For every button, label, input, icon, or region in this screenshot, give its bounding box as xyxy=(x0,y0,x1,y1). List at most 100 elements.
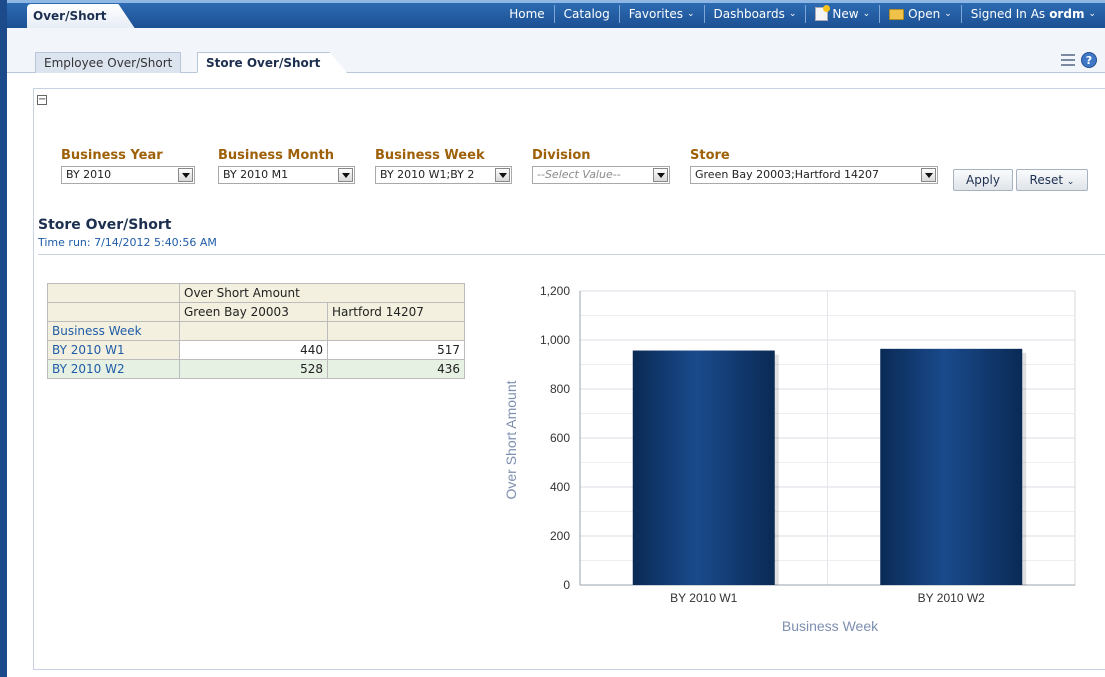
divider xyxy=(38,254,1105,255)
dropdown-arrow-icon[interactable] xyxy=(178,168,193,182)
bar[interactable] xyxy=(880,348,1023,585)
y-tick-label: 600 xyxy=(550,431,570,445)
table-corner-cell xyxy=(47,283,180,303)
collapse-icon[interactable]: − xyxy=(37,95,47,105)
prompt-label: Division xyxy=(532,148,591,163)
select-value: BY 2010 xyxy=(66,168,112,181)
table-header-row: Over Short Amount xyxy=(47,283,465,303)
x-tick-label: BY 2010 W1 xyxy=(670,591,737,605)
y-tick-label: 1,200 xyxy=(540,284,570,298)
dropdown-arrow-icon[interactable] xyxy=(495,168,510,182)
y-tick-label: 200 xyxy=(550,529,570,543)
global-nav: Home Catalog Favorites ⌄ Dashboards ⌄ New ⌄… xyxy=(500,4,1105,24)
empty-header-cell xyxy=(327,321,465,341)
chevron-down-icon: ⌄ xyxy=(788,9,797,19)
nav-home-label: Home xyxy=(509,7,545,21)
table-cell: 528 xyxy=(179,359,328,379)
chevron-down-icon: ⌄ xyxy=(862,9,871,19)
prompt-label: Business Year xyxy=(61,148,163,163)
table-cell: 436 xyxy=(327,359,465,379)
tab-store-over-short[interactable]: Store Over/Short xyxy=(197,52,348,73)
prompt-business-week: Business Week BY 2010 W1;BY 2 xyxy=(375,148,512,184)
y-tick-label: 800 xyxy=(550,382,570,396)
page-options: ? xyxy=(1061,52,1097,68)
nav-dashboards-label: Dashboards xyxy=(713,7,785,21)
apply-button[interactable]: Apply xyxy=(953,169,1013,191)
page-tab-bar: Employee Over/Short Store Over/Short ? xyxy=(7,28,1105,73)
x-axis-ticks: BY 2010 W1 BY 2010 W2 xyxy=(670,591,985,605)
chevron-down-icon: ⌄ xyxy=(1088,9,1096,19)
prompt-business-year: Business Year BY 2010 xyxy=(61,148,195,184)
column-header: Green Bay 20003 xyxy=(179,302,328,322)
header-accent-line xyxy=(7,0,1105,3)
nav-signed-in[interactable]: Signed In As ordm ⌄ xyxy=(960,5,1105,23)
page-options-icon[interactable] xyxy=(1061,54,1075,66)
y-axis-title: Over Short Amount xyxy=(503,380,519,499)
nav-new[interactable]: New ⌄ xyxy=(805,5,879,23)
table-row: BY 2010 W1 440 517 xyxy=(47,340,465,360)
nav-catalog[interactable]: Catalog xyxy=(553,5,619,23)
folder-icon xyxy=(889,8,905,20)
reset-button[interactable]: Reset ⌄ xyxy=(1016,169,1088,191)
business-week-select[interactable]: BY 2010 W1;BY 2 xyxy=(375,166,512,184)
prompt-label: Business Week xyxy=(375,148,485,163)
x-axis-title: Business Week xyxy=(782,618,879,634)
top-header: Over/Short Home Catalog Favorites ⌄ Dashb… xyxy=(7,0,1105,28)
nav-new-label: New xyxy=(832,7,859,21)
user-name: ordm xyxy=(1049,7,1085,21)
nav-favorites[interactable]: Favorites ⌄ xyxy=(618,5,704,23)
row-label[interactable]: BY 2010 W2 xyxy=(47,359,180,379)
table-row: BY 2010 W2 528 436 xyxy=(47,359,465,379)
chevron-down-icon: ⌄ xyxy=(1066,177,1075,187)
reset-label: Reset xyxy=(1029,173,1064,187)
nav-open[interactable]: Open ⌄ xyxy=(879,5,961,23)
report-title: Store Over/Short xyxy=(38,217,172,233)
row-header-label: Business Week xyxy=(47,321,180,341)
table-corner-cell xyxy=(47,302,180,322)
nav-dashboards[interactable]: Dashboards ⌄ xyxy=(703,5,806,23)
table-cell: 440 xyxy=(179,340,328,360)
y-tick-label: 1,000 xyxy=(540,333,570,347)
dashboard-tab-over-short[interactable]: Over/Short xyxy=(27,4,135,28)
prompt-store: Store Green Bay 20003;Hartford 14207 xyxy=(690,148,938,184)
division-select[interactable]: --Select Value-- xyxy=(532,166,670,184)
pivot-table: Over Short Amount Green Bay 20003 Hartfo… xyxy=(47,283,465,379)
y-tick-label: 400 xyxy=(550,480,570,494)
business-year-select[interactable]: BY 2010 xyxy=(61,166,195,184)
dropdown-arrow-icon[interactable] xyxy=(338,168,353,182)
business-month-select[interactable]: BY 2010 M1 xyxy=(218,166,355,184)
y-tick-label: 0 xyxy=(563,578,570,592)
column-header: Hartford 14207 xyxy=(327,302,465,322)
select-value: Green Bay 20003;Hartford 14207 xyxy=(695,168,880,181)
row-label[interactable]: BY 2010 W1 xyxy=(47,340,180,360)
time-run: Time run: 7/14/2012 5:40:56 AM xyxy=(38,236,217,249)
table-cell: 517 xyxy=(327,340,465,360)
y-axis-ticks: 0 200 400 600 800 1,000 1,200 xyxy=(540,284,570,592)
nav-open-label: Open xyxy=(908,7,941,21)
tab-employee-over-short[interactable]: Employee Over/Short xyxy=(35,52,182,73)
prompt-label: Store xyxy=(690,148,730,163)
table-header-row: Business Week xyxy=(47,321,465,341)
x-tick-label: BY 2010 W2 xyxy=(918,591,985,605)
dropdown-arrow-icon[interactable] xyxy=(653,168,668,182)
nav-home[interactable]: Home xyxy=(500,5,553,23)
chevron-down-icon: ⌄ xyxy=(686,9,695,19)
prompt-label: Business Month xyxy=(218,148,335,163)
bar-chart: 02004006008001,0001,200 BY 2010 W1 BY 201… xyxy=(503,284,1076,634)
nav-favorites-label: Favorites xyxy=(628,7,683,21)
prompt-division: Division --Select Value-- xyxy=(532,148,670,184)
prompt-business-month: Business Month BY 2010 M1 xyxy=(218,148,355,184)
store-select[interactable]: Green Bay 20003;Hartford 14207 xyxy=(690,166,938,184)
new-document-icon xyxy=(815,5,831,21)
bar[interactable] xyxy=(632,350,775,585)
nav-catalog-label: Catalog xyxy=(563,7,610,21)
signed-in-label: Signed In As xyxy=(970,7,1046,21)
measure-header: Over Short Amount xyxy=(179,283,465,303)
dropdown-arrow-icon[interactable] xyxy=(921,168,936,182)
left-frame-strip xyxy=(0,0,7,677)
help-icon[interactable]: ? xyxy=(1081,52,1097,68)
select-value: BY 2010 M1 xyxy=(223,168,289,181)
table-header-row: Green Bay 20003 Hartford 14207 xyxy=(47,302,465,322)
select-value: --Select Value-- xyxy=(537,168,621,181)
select-value: BY 2010 W1;BY 2 xyxy=(380,168,475,181)
